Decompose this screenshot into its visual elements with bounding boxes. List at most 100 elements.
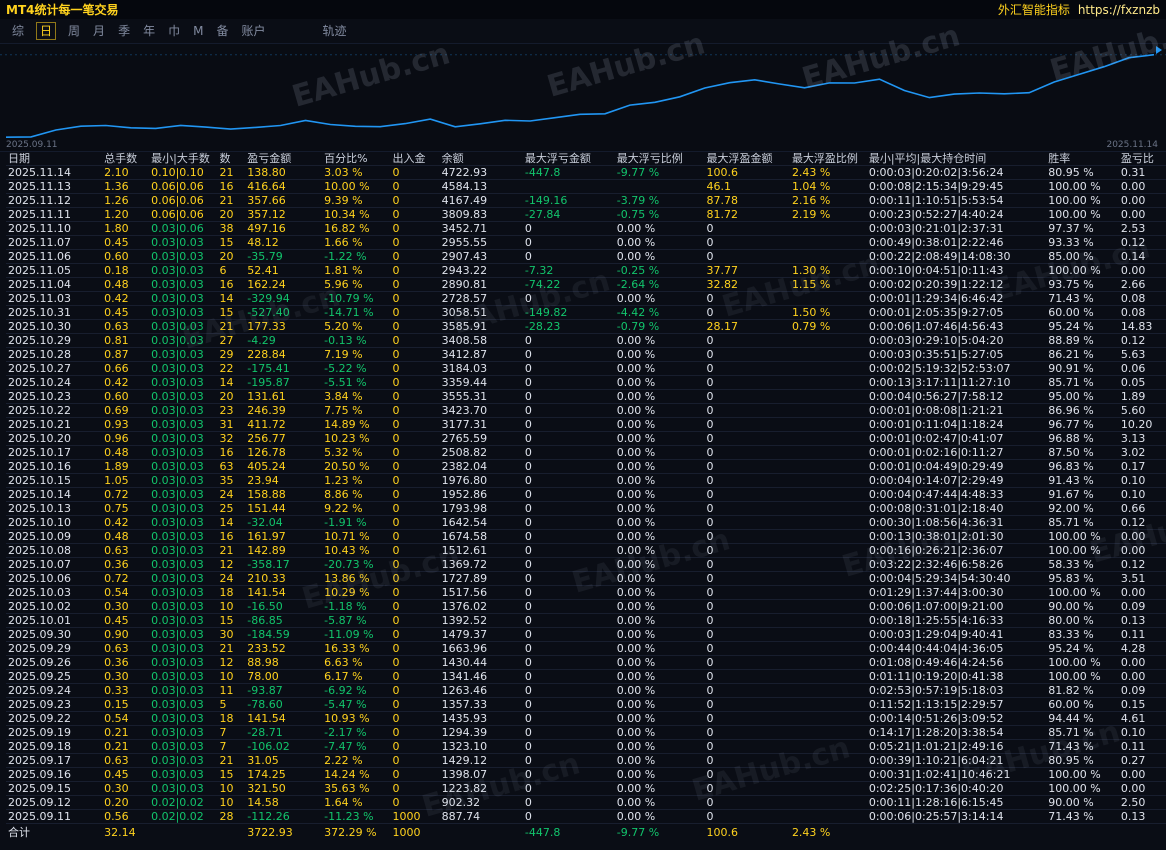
table-row[interactable]: 2025.10.161.890.03|0.0363405.2420.50 %02… (6, 460, 1166, 474)
table-row[interactable]: 2025.10.151.050.03|0.033523.941.23 %0197… (6, 474, 1166, 488)
cell-ratio: 0.08 (1119, 292, 1166, 306)
cell-ratio: 0.06 (1119, 362, 1166, 376)
table-row[interactable]: 2025.09.120.200.02|0.021014.581.64 %0902… (6, 796, 1166, 810)
cell-balance: 3412.87 (440, 348, 523, 362)
cell-win: 90.91 % (1046, 362, 1119, 376)
table-row[interactable]: 2025.09.110.560.02|0.0228-112.26-11.23 %… (6, 810, 1166, 824)
cell-pl: 177.33 (245, 320, 322, 334)
toolbar-item-周[interactable]: 周 (68, 23, 80, 39)
cell-times: 0:00:22|2:08:49|14:08:30 (867, 250, 1046, 264)
table-row[interactable]: 2025.10.170.480.03|0.0316126.785.32 %025… (6, 446, 1166, 460)
cell-times: 0:00:01|0:11:04|1:18:24 (867, 418, 1046, 432)
cell-mflp: 0.00 % (615, 740, 705, 754)
cell-minmax: 0.06|0.06 (149, 208, 217, 222)
table-row[interactable]: 2025.10.100.420.03|0.0314-32.04-1.91 %01… (6, 516, 1166, 530)
table-row[interactable]: 2025.10.210.930.03|0.0331411.7214.89 %03… (6, 418, 1166, 432)
cell-inout: 0 (390, 502, 439, 516)
cell-pl: 31.05 (245, 754, 322, 768)
cell-minmax: 0.03|0.03 (149, 446, 217, 460)
cell-times: 0:00:01|1:29:34|6:46:42 (867, 292, 1046, 306)
table-row[interactable]: 2025.09.300.900.03|0.0330-184.59-11.09 %… (6, 628, 1166, 642)
table-row[interactable]: 2025.10.030.540.03|0.0318141.5410.29 %01… (6, 586, 1166, 600)
column-header-date: 日期 (6, 152, 102, 166)
table-row[interactable]: 2025.11.060.600.03|0.0320-35.79-1.22 %02… (6, 250, 1166, 264)
cell-minmax: 0.03|0.03 (149, 572, 217, 586)
table-row[interactable]: 2025.10.010.450.03|0.0315-86.85-5.87 %01… (6, 614, 1166, 628)
table-row[interactable]: 2025.09.260.360.03|0.031288.986.63 %0143… (6, 656, 1166, 670)
table-row[interactable]: 2025.09.190.210.03|0.037-28.71-2.17 %012… (6, 726, 1166, 740)
table-row[interactable]: 2025.10.060.720.03|0.0324210.3313.86 %01… (6, 572, 1166, 586)
toolbar-item-M[interactable]: M (193, 23, 203, 39)
toolbar-item-trajectory[interactable]: 轨迹 (323, 23, 347, 39)
cell-win: 60.00 % (1046, 306, 1119, 320)
table-row[interactable]: 2025.09.220.540.03|0.0318141.5410.93 %01… (6, 712, 1166, 726)
toolbar-item-年[interactable]: 年 (143, 23, 155, 39)
cell-balance: 1263.46 (440, 684, 523, 698)
table-row[interactable]: 2025.10.310.450.03|0.0315-527.40-14.71 %… (6, 306, 1166, 320)
table-row[interactable]: 2025.09.160.450.03|0.0315174.2514.24 %01… (6, 768, 1166, 782)
table-row[interactable]: 2025.09.230.150.03|0.035-78.60-5.47 %013… (6, 698, 1166, 712)
cell-ratio: 0.00 (1119, 194, 1166, 208)
table-row[interactable]: 2025.11.101.800.03|0.0638497.1616.82 %03… (6, 222, 1166, 236)
cell-inout: 0 (390, 278, 439, 292)
toolbar-item-季[interactable]: 季 (118, 23, 130, 39)
table-row[interactable]: 2025.10.290.810.03|0.0327-4.29-0.13 %034… (6, 334, 1166, 348)
cell-win: 100.00 % (1046, 544, 1119, 558)
table-row[interactable]: 2025.10.080.630.03|0.0321142.8910.43 %01… (6, 544, 1166, 558)
column-header-mfpp: 最大浮盈比例 (790, 152, 867, 166)
cell-ratio: 0.12 (1119, 236, 1166, 250)
toolbar-item-巾[interactable]: 巾 (168, 23, 180, 39)
table-row[interactable]: 2025.10.280.870.03|0.0329228.847.19 %034… (6, 348, 1166, 362)
table-row[interactable]: 2025.11.050.180.03|0.03652.411.81 %02943… (6, 264, 1166, 278)
cell-date: 2025.09.19 (6, 726, 102, 740)
brand-url-link[interactable]: https://fxznzb (1078, 3, 1160, 17)
toolbar-item-月[interactable]: 月 (93, 23, 105, 39)
table-row[interactable]: 2025.09.240.330.03|0.0311-93.87-6.92 %01… (6, 684, 1166, 698)
toolbar-item-备[interactable]: 备 (216, 23, 228, 39)
cell-ratio: 0.10 (1119, 488, 1166, 502)
toolbar-item-综[interactable]: 综 (12, 23, 24, 39)
cell-lots: 0.93 (102, 418, 149, 432)
table-row[interactable]: 2025.10.130.750.03|0.0325151.449.22 %017… (6, 502, 1166, 516)
table-row[interactable]: 2025.10.140.720.03|0.0324158.888.86 %019… (6, 488, 1166, 502)
toolbar-item-账户[interactable]: 账户 (241, 23, 265, 39)
table-row[interactable]: 2025.11.070.450.03|0.031548.121.66 %0295… (6, 236, 1166, 250)
cell-mflp: 0.00 % (615, 530, 705, 544)
table-row[interactable]: 2025.10.300.630.03|0.0321177.335.20 %035… (6, 320, 1166, 334)
cell-inout: 0 (390, 768, 439, 782)
table-row[interactable]: 2025.09.170.630.03|0.032131.052.22 %0142… (6, 754, 1166, 768)
table-row[interactable]: 2025.10.240.420.03|0.0314-195.87-5.51 %0… (6, 376, 1166, 390)
table-row[interactable]: 2025.10.020.300.03|0.0310-16.50-1.18 %01… (6, 600, 1166, 614)
table-row[interactable]: 2025.09.290.630.03|0.0321233.5216.33 %01… (6, 642, 1166, 656)
cell-pct: -11.09 % (322, 628, 390, 642)
cell-inout: 0 (390, 796, 439, 810)
cell-times: 0:00:08|0:31:01|2:18:40 (867, 502, 1046, 516)
table-row[interactable]: 2025.11.131.360.06|0.0616416.6410.00 %04… (6, 180, 1166, 194)
table-row[interactable]: 2025.11.040.480.03|0.0316162.245.96 %028… (6, 278, 1166, 292)
table-row[interactable]: 2025.10.220.690.03|0.0323246.397.75 %034… (6, 404, 1166, 418)
cell-mfl: 0 (523, 684, 615, 698)
brand-label: 外汇智能指标 (998, 3, 1070, 17)
table-row[interactable]: 2025.11.142.100.10|0.1021138.803.03 %047… (6, 166, 1166, 180)
table-row[interactable]: 2025.10.270.660.03|0.0322-175.41-5.22 %0… (6, 362, 1166, 376)
table-row[interactable]: 2025.11.121.260.06|0.0621357.669.39 %041… (6, 194, 1166, 208)
table-row[interactable]: 2025.10.070.360.03|0.0312-358.17-20.73 %… (6, 558, 1166, 572)
cell-mfp: 0 (705, 656, 790, 670)
table-row[interactable]: 2025.09.250.300.03|0.031078.006.17 %0134… (6, 670, 1166, 684)
table-row[interactable]: 2025.11.030.420.03|0.0314-329.94-10.79 %… (6, 292, 1166, 306)
cell-date: 2025.10.28 (6, 348, 102, 362)
table-row[interactable]: 2025.10.200.960.03|0.0332256.7710.23 %02… (6, 432, 1166, 446)
table-row[interactable]: 2025.09.180.210.03|0.037-106.02-7.47 %01… (6, 740, 1166, 754)
table-row[interactable]: 2025.11.111.200.06|0.0620357.1210.34 %03… (6, 208, 1166, 222)
table-row[interactable]: 2025.10.090.480.03|0.0316161.9710.71 %01… (6, 530, 1166, 544)
scroll-to-end-icon[interactable] (1156, 46, 1162, 54)
table-row[interactable]: 2025.09.150.300.03|0.0310321.5035.63 %01… (6, 782, 1166, 796)
cell-mfpp: 1.50 % (790, 306, 867, 320)
cell-mfp: 0 (705, 572, 790, 586)
cell-mfp: 0 (705, 782, 790, 796)
cell-mfpp (790, 250, 867, 264)
toolbar-item-日[interactable]: 日 (37, 23, 55, 39)
table-row[interactable]: 2025.10.230.600.03|0.0320131.613.84 %035… (6, 390, 1166, 404)
cell-win: 95.00 % (1046, 390, 1119, 404)
cell-mflp: 0.00 % (615, 586, 705, 600)
